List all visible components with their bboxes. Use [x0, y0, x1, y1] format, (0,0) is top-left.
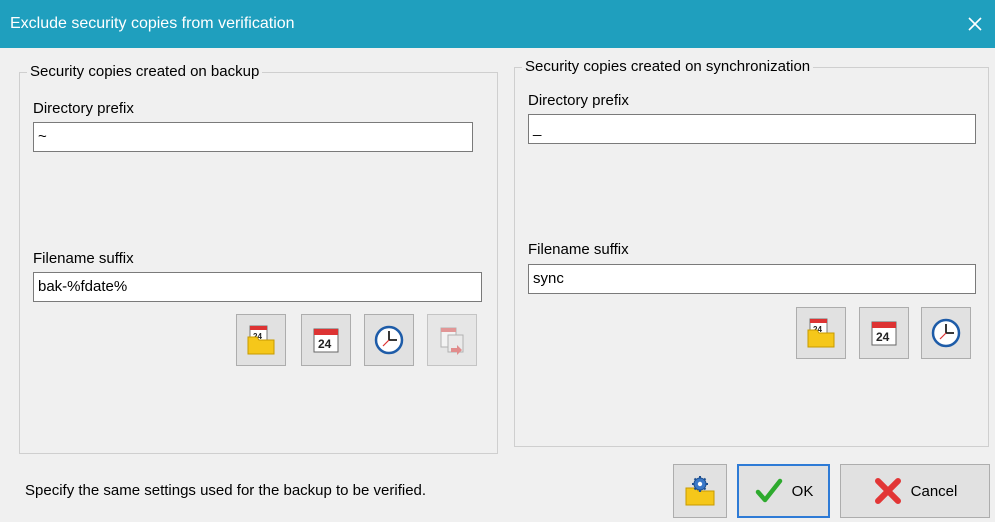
ok-label: OK	[791, 482, 814, 500]
sync-folder-date-button[interactable]: 24	[796, 307, 846, 359]
close-button[interactable]	[961, 10, 989, 38]
calendar-icon: 24	[313, 328, 339, 353]
backup-directory-prefix-input[interactable]: ~	[33, 122, 473, 152]
dialog-client: Security copies created on backup Direct…	[0, 48, 995, 522]
sync-calendar-button[interactable]: 24	[859, 307, 909, 359]
status-text: Specify the same settings used for the b…	[25, 482, 427, 499]
backup-group-legend: Security copies created on backup	[27, 63, 263, 80]
backup-filename-suffix-input[interactable]: bak-%fdate%	[33, 272, 482, 302]
sync-directory-prefix-input[interactable]: _	[528, 114, 976, 144]
title-bar: Exclude security copies from verificatio…	[0, 0, 995, 48]
clock-icon	[374, 325, 404, 355]
settings-folder-button[interactable]	[673, 464, 727, 518]
calendar-icon: 24	[871, 321, 897, 346]
sync-filename-suffix-input[interactable]: sync	[528, 264, 976, 294]
backup-folder-date-button[interactable]: 24	[236, 314, 286, 366]
cancel-x-icon	[874, 478, 901, 504]
sync-clock-button[interactable]	[921, 307, 971, 359]
cancel-label: Cancel	[910, 482, 958, 500]
backup-calendar-button[interactable]: 24	[301, 314, 351, 366]
svg-text:24: 24	[318, 337, 332, 351]
check-icon	[755, 478, 782, 503]
folder-date-icon: 24	[247, 325, 275, 355]
backup-copy-date-button[interactable]	[427, 314, 477, 366]
close-icon	[968, 17, 982, 31]
folder-date-icon: 24	[807, 318, 835, 348]
sync-group-legend: Security copies created on synchronizati…	[522, 58, 814, 75]
sync-directory-prefix-label: Directory prefix	[528, 92, 629, 109]
copy-date-icon	[440, 327, 464, 355]
cancel-button[interactable]: Cancel	[840, 464, 990, 518]
svg-text:24: 24	[876, 330, 890, 344]
backup-directory-prefix-label: Directory prefix	[33, 100, 134, 117]
clock-icon	[931, 318, 961, 348]
backup-filename-suffix-label: Filename suffix	[33, 250, 134, 267]
settings-folder-icon	[685, 476, 715, 506]
sync-filename-suffix-label: Filename suffix	[528, 241, 629, 258]
backup-clock-button[interactable]	[364, 314, 414, 366]
window-title: Exclude security copies from verificatio…	[10, 15, 295, 32]
ok-button[interactable]: OK	[737, 464, 830, 518]
